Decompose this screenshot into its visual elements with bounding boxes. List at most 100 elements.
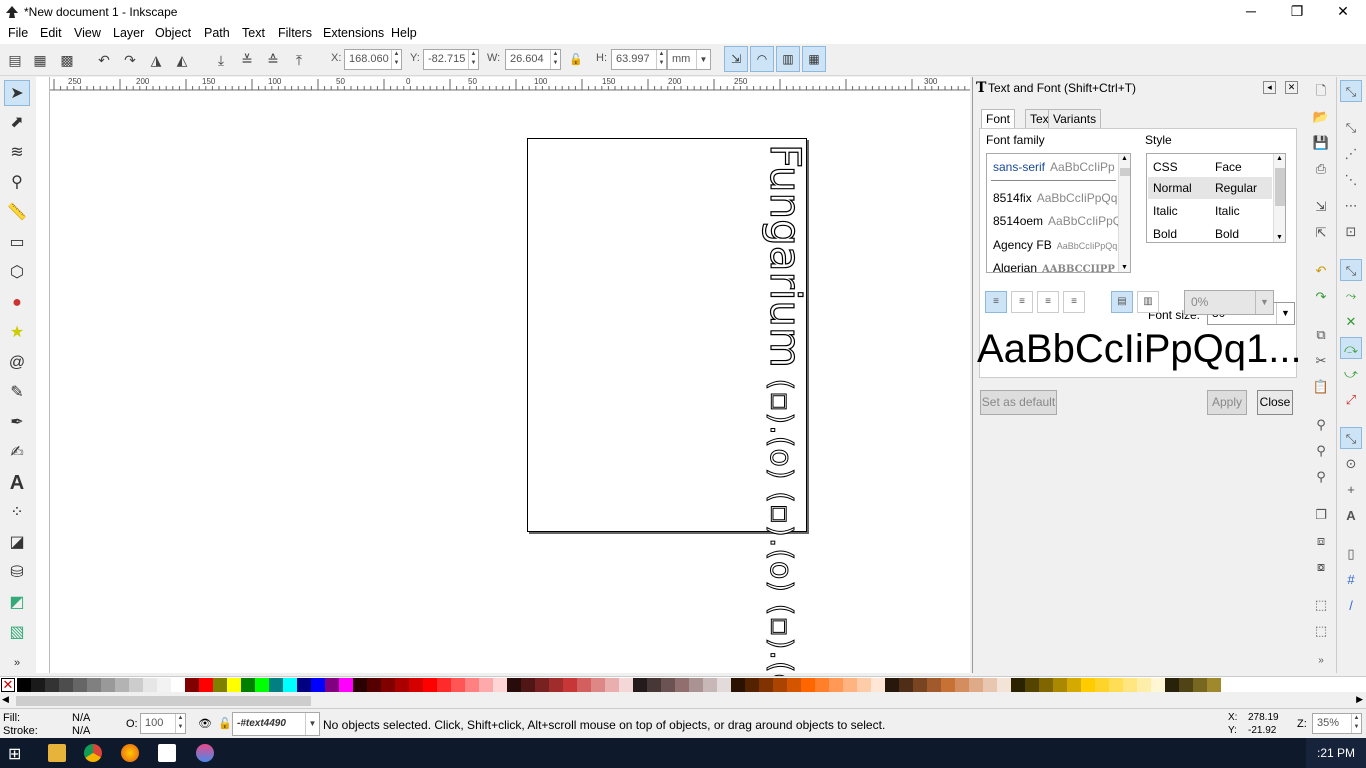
print-icon[interactable]: ⎙ [1310, 158, 1332, 180]
color-swatch[interactable] [1067, 678, 1081, 692]
color-swatch[interactable] [353, 678, 367, 692]
color-swatch[interactable] [927, 678, 941, 692]
close-dialog-icon[interactable]: ✕ [1285, 81, 1298, 94]
style-list-scrollbar[interactable]: ▲ ▼ [1273, 154, 1285, 242]
color-swatch[interactable] [535, 678, 549, 692]
snap-smooth-nodes-icon[interactable]: ⤻ [1340, 363, 1362, 385]
color-swatch[interactable] [521, 678, 535, 692]
tweak-tool-icon[interactable]: ≋ [4, 140, 30, 166]
snap-cusp-nodes-icon[interactable]: ⤼ [1340, 337, 1362, 359]
export-icon[interactable]: ⇱ [1310, 222, 1332, 244]
color-swatch[interactable] [997, 678, 1011, 692]
color-swatch[interactable] [507, 678, 521, 692]
color-swatch[interactable] [661, 678, 675, 692]
color-swatch[interactable] [199, 678, 213, 692]
color-swatch[interactable] [73, 678, 87, 692]
measure-tool-icon[interactable]: 📏 [4, 200, 30, 226]
raise-to-top-icon[interactable]: ⤒ [290, 51, 308, 69]
snap-object-center-icon[interactable]: ⊙ [1340, 453, 1362, 475]
font-item[interactable]: Algerian AABBCCIIPP [993, 261, 1115, 272]
color-swatch[interactable] [647, 678, 661, 692]
color-swatch[interactable] [59, 678, 73, 692]
commands-overflow-icon[interactable]: » [1310, 650, 1332, 672]
3d-box-tool-icon[interactable]: ⬡ [4, 260, 30, 286]
menu-view[interactable]: View [74, 26, 101, 40]
zoom-selection-icon[interactable]: ⚲ [1310, 414, 1332, 436]
color-swatch[interactable] [605, 678, 619, 692]
horizontal-scrollbar[interactable]: ◀ ▶ [0, 693, 1366, 708]
font-item[interactable]: sans-serif AaBbCcIiPp [993, 160, 1115, 174]
color-swatch[interactable] [549, 678, 563, 692]
color-swatch[interactable] [1011, 678, 1025, 692]
align-right-button[interactable]: ≡ [1037, 291, 1059, 313]
color-swatch[interactable] [675, 678, 689, 692]
color-swatch[interactable] [759, 678, 773, 692]
raise-icon[interactable]: ≙ [264, 51, 282, 69]
set-as-default-button[interactable]: Set as default [980, 390, 1057, 415]
color-swatch[interactable] [493, 678, 507, 692]
color-swatch[interactable] [283, 678, 297, 692]
text-tool-icon[interactable]: A [4, 470, 30, 496]
color-swatch[interactable] [703, 678, 717, 692]
scale-stroke-toggle[interactable]: ⇲ [724, 46, 748, 72]
open-icon[interactable]: 📂 [1310, 106, 1332, 128]
calligraphy-tool-icon[interactable]: ✍ [4, 440, 30, 466]
font-item[interactable]: 8514fix AaBbCcIiPpQq [993, 191, 1117, 205]
file-explorer-icon[interactable] [48, 744, 66, 762]
color-swatch[interactable] [465, 678, 479, 692]
chevron-up-icon[interactable]: ▲ [1121, 155, 1128, 162]
snap-toggle-icon[interactable]: ⤡ [1340, 80, 1362, 102]
group-icon[interactable]: ⬚ [1310, 594, 1332, 616]
chevron-down-icon[interactable]: ▼ [1276, 303, 1294, 324]
menu-text[interactable]: Text [242, 26, 265, 40]
color-swatch[interactable] [885, 678, 899, 692]
lower-to-bottom-icon[interactable]: ⤓ [212, 51, 230, 69]
drawing-canvas[interactable]: Fungarium (▫).(o) (▫).(o) (▫).(o) [50, 91, 970, 706]
horizontal-text-button[interactable]: ▤ [1111, 291, 1133, 313]
color-swatch[interactable] [577, 678, 591, 692]
color-swatch[interactable] [773, 678, 787, 692]
menu-help[interactable]: Help [391, 26, 417, 40]
move-patterns-toggle[interactable]: ▦ [802, 46, 826, 72]
x-spin-icon[interactable]: ▲ ▼ [391, 50, 401, 69]
dock-arrow-icon[interactable]: ◂ [1263, 81, 1276, 94]
color-swatch[interactable] [1053, 678, 1067, 692]
lock-icon[interactable]: 🔓 [218, 717, 232, 730]
snap-grid-icon[interactable]: # [1340, 569, 1362, 591]
color-swatch[interactable] [115, 678, 129, 692]
color-swatch[interactable] [297, 678, 311, 692]
snap-rotation-center-icon[interactable]: + [1340, 479, 1362, 501]
close-button[interactable]: Close [1257, 390, 1293, 415]
tab-font[interactable]: Font [981, 109, 1016, 129]
style-css[interactable]: Bold [1153, 227, 1177, 241]
toolbox-overflow-icon[interactable]: » [4, 650, 30, 676]
color-swatch[interactable] [955, 678, 969, 692]
menu-filters[interactable]: Filters [278, 26, 312, 40]
color-swatch[interactable] [213, 678, 227, 692]
snap-bbox-corner-icon[interactable]: ⋱ [1340, 169, 1362, 191]
color-swatch[interactable] [591, 678, 605, 692]
apply-button[interactable]: Apply [1207, 390, 1247, 415]
zoom-tool-icon[interactable]: ⚲ [4, 170, 30, 196]
color-swatch[interactable] [31, 678, 45, 692]
justify-button[interactable]: ≡ [1063, 291, 1085, 313]
y-input[interactable]: -82.715 ▲ ▼ [423, 49, 479, 70]
chevron-down-icon[interactable]: ▼ [1121, 264, 1128, 271]
color-swatch[interactable] [479, 678, 493, 692]
style-css[interactable]: Normal [1153, 181, 1192, 195]
color-swatch[interactable] [801, 678, 815, 692]
paint-bucket-tool-icon[interactable]: ⛁ [4, 560, 30, 586]
new-document-icon[interactable]: 🗋 [1310, 80, 1332, 102]
chevron-down-icon[interactable]: ▼ [305, 713, 319, 735]
rotate-ccw-icon[interactable]: ↶ [95, 51, 113, 69]
w-spin-icon[interactable]: ▲ ▼ [550, 50, 560, 69]
style-face[interactable]: Regular [1215, 181, 1257, 195]
color-swatch[interactable] [143, 678, 157, 692]
paste-icon[interactable]: 📋 [1310, 376, 1332, 398]
cut-icon[interactable]: ✂ [1310, 350, 1332, 372]
font-item[interactable]: Agency FB AaBbCcIiPpQq12 [993, 238, 1127, 252]
color-swatch[interactable] [325, 678, 339, 692]
scroll-left-icon[interactable]: ◀ [2, 694, 9, 705]
color-swatch[interactable] [1193, 678, 1207, 692]
mesh-tool-icon[interactable]: ▧ [4, 620, 30, 646]
